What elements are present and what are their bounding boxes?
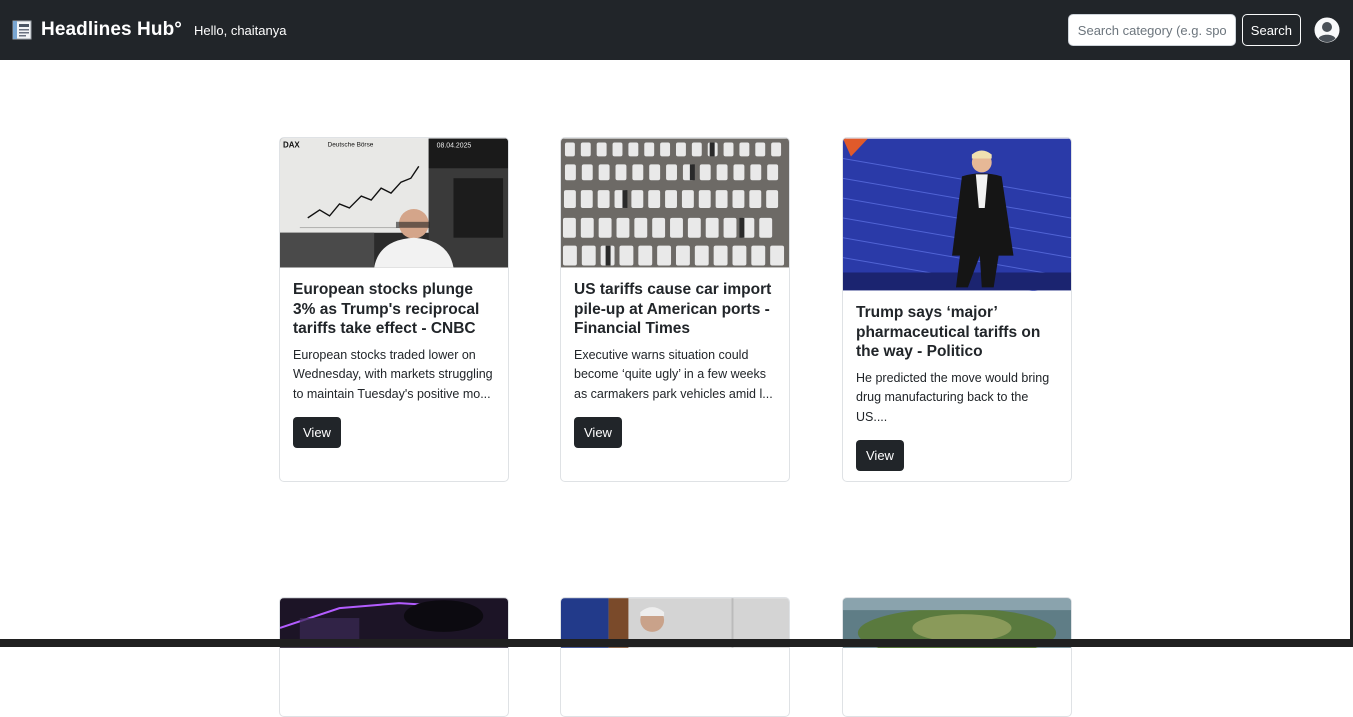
user-avatar-icon[interactable] [1314, 17, 1340, 43]
article-image-trump-stage [843, 138, 1071, 291]
search-form: Search [1067, 14, 1341, 46]
search-button[interactable]: Search [1241, 14, 1301, 46]
image-exchange-text: Deutsche Börse [328, 141, 374, 148]
os-taskbar [0, 639, 1353, 647]
view-button[interactable]: View [293, 417, 341, 448]
card-body: Trump says ‘major’ pharmaceutical tariff… [843, 291, 1071, 481]
article-description: European stocks traded lower on Wednesda… [293, 347, 493, 401]
news-card [560, 597, 790, 717]
image-date-text: 08.04.2025 [437, 142, 472, 149]
article-image-parked-cars [561, 138, 789, 268]
news-card: DAX Deutsche Börse 08.04.2025 European s… [279, 137, 509, 482]
top-navbar: Headlines Hub° Hello, chaitanya Search [0, 0, 1353, 60]
article-title: European stocks plunge 3% as Trump's rec… [293, 281, 480, 337]
article-description: He predicted the move would bring drug m… [856, 370, 1050, 424]
card-body: US tariffs cause car import pile-up at A… [561, 268, 789, 462]
article-title: US tariffs cause car import pile-up at A… [574, 281, 772, 337]
view-button[interactable]: View [574, 417, 622, 448]
newspaper-icon [12, 20, 32, 40]
user-greeting: Hello, chaitanya [193, 22, 287, 38]
brand-link[interactable]: Headlines Hub° [12, 19, 182, 41]
card-body: European stocks plunge 3% as Trump's rec… [280, 268, 508, 462]
news-card [842, 597, 1072, 717]
article-image-stock-trader: DAX Deutsche Börse 08.04.2025 [280, 138, 508, 268]
news-card [279, 597, 509, 717]
news-card: Trump says ‘major’ pharmaceutical tariff… [842, 137, 1072, 482]
news-card: US tariffs cause car import pile-up at A… [560, 137, 790, 482]
search-input[interactable] [1067, 14, 1236, 46]
brand-title: Headlines Hub° [41, 19, 182, 40]
article-title: Trump says ‘major’ pharmaceutical tariff… [856, 304, 1041, 360]
view-button[interactable]: View [856, 440, 904, 471]
article-description: Executive warns situation could become ‘… [574, 347, 773, 401]
image-dax-text: DAX [283, 140, 300, 149]
